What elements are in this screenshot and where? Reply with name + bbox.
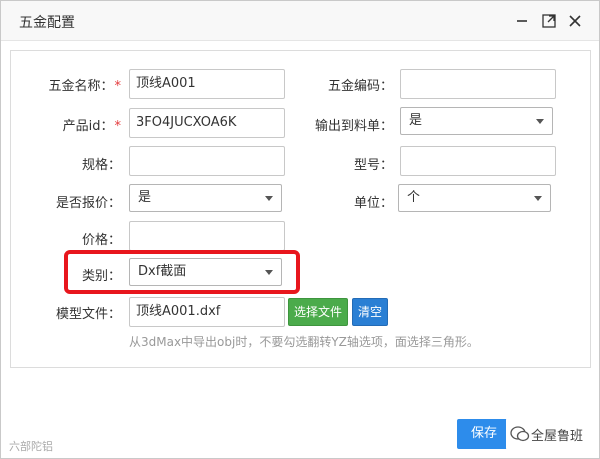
chevron-down-icon — [265, 196, 273, 201]
model-number-label: 型号： — [353, 158, 393, 173]
minimize-icon[interactable] — [513, 12, 531, 30]
output-to-bom-label: 输出到料单： — [314, 119, 393, 134]
wechat-icon — [510, 426, 530, 442]
maximize-icon[interactable] — [540, 12, 558, 30]
chevron-down-icon — [536, 119, 544, 124]
unit-value: 个 — [407, 190, 421, 205]
product-id-label: 产品id：* — [62, 119, 122, 134]
unit-label: 单位： — [353, 196, 393, 211]
dialog-titlebar: 五金配置 — [1, 1, 599, 41]
required-mark: * — [114, 79, 122, 94]
model-number-input[interactable] — [400, 146, 556, 176]
quote-value: 是 — [138, 190, 152, 205]
price-input[interactable] — [129, 221, 285, 251]
watermark-right-text: 全屋鲁班 — [531, 429, 584, 444]
output-to-bom-value: 是 — [409, 113, 423, 128]
model-file-label: 模型文件： — [55, 307, 121, 322]
select-file-button[interactable]: 选择文件 — [288, 298, 348, 326]
hardware-code-label: 五金编码： — [327, 79, 393, 94]
chevron-down-icon — [534, 196, 542, 201]
hardware-name-input[interactable]: 顶线A001 — [129, 69, 285, 99]
save-button[interactable]: 保存 — [457, 419, 513, 449]
watermark-left-text: 六部陀铝 — [9, 440, 53, 453]
model-file-input[interactable]: 顶线A001.dxf — [129, 297, 285, 327]
spec-input[interactable] — [129, 146, 285, 176]
required-mark: * — [114, 119, 122, 134]
model-file-hint: 从3dMax中导出obj时，不要勾选翻转YZ轴选项，面选择三角形。 — [129, 335, 479, 349]
hardware-name-label: 五金名称：* — [48, 79, 122, 94]
hardware-code-input[interactable] — [400, 69, 556, 99]
quote-label: 是否报价： — [55, 196, 121, 211]
save-button-label: 保存 — [471, 426, 498, 441]
quote-select[interactable]: 是 — [129, 184, 282, 212]
highlight-box — [64, 250, 300, 294]
product-id-input[interactable]: 3FO4JUCXOA6K — [129, 108, 285, 138]
close-icon[interactable] — [566, 12, 584, 30]
price-label: 价格： — [81, 233, 121, 248]
output-to-bom-select[interactable]: 是 — [400, 107, 553, 135]
clear-button[interactable]: 清空 — [352, 298, 388, 326]
spec-label: 规格： — [81, 158, 121, 173]
config-dialog: 五金配置 五金名称：* 顶线A001 五金编码： 产品id：* 3FO4JUCX… — [0, 0, 600, 459]
dialog-title: 五金配置 — [19, 15, 75, 31]
unit-select[interactable]: 个 — [398, 184, 551, 212]
